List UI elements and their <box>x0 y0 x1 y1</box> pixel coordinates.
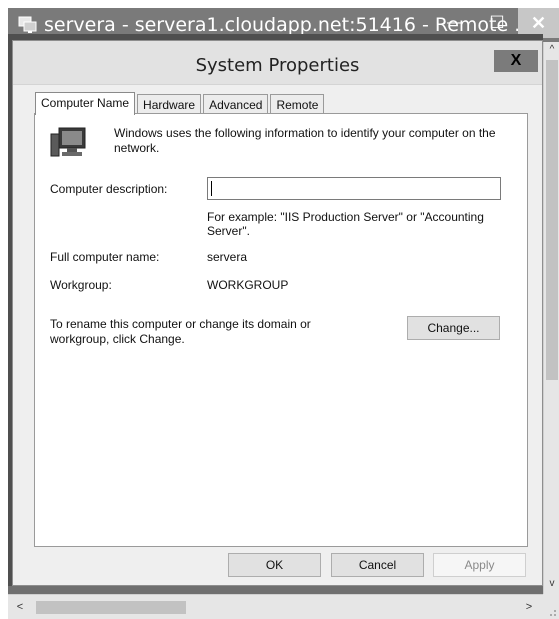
rename-text: To rename this computer or change its do… <box>50 317 311 346</box>
computer-icon <box>49 126 87 160</box>
dialog-titlebar[interactable]: System Properties X <box>13 41 542 85</box>
computer-name-panel: Windows uses the following information t… <box>34 113 528 547</box>
vertical-scrollbar[interactable]: ^ v <box>543 42 559 594</box>
horizontal-scrollbar[interactable]: < > <box>8 594 543 619</box>
text-caret <box>211 181 212 196</box>
workgroup-value: WORKGROUP <box>207 278 289 292</box>
scroll-down-icon[interactable]: v <box>544 576 559 592</box>
maximize-icon: ☐ <box>489 13 505 32</box>
dialog-close-button[interactable]: X <box>494 50 538 72</box>
system-properties-dialog: System Properties X Computer Name Hardwa… <box>12 40 543 586</box>
scroll-up-icon[interactable]: ^ <box>544 42 559 58</box>
scroll-right-icon[interactable]: > <box>521 599 537 615</box>
tab-computer-name[interactable]: Computer Name <box>35 92 136 115</box>
tab-remote[interactable]: Remote <box>270 94 325 114</box>
full-computer-name-value: servera <box>207 250 248 264</box>
scroll-left-icon[interactable]: < <box>12 599 28 615</box>
remote-desktop-icon <box>18 16 38 34</box>
computer-description-label: Computer description: <box>50 182 168 196</box>
example-text: For example: "IIS Production Server" or … <box>207 210 484 238</box>
size-grip-icon[interactable] <box>543 594 559 619</box>
dialog-title: System Properties <box>195 55 360 76</box>
intro-text: Windows uses the following information t… <box>114 126 496 155</box>
tab-strip: Computer Name Hardware Advanced Remote <box>35 92 326 115</box>
workgroup-label: Workgroup: <box>50 278 112 292</box>
horizontal-scroll-thumb[interactable] <box>36 601 186 614</box>
ok-button[interactable]: OK <box>228 553 321 577</box>
close-icon: X <box>510 52 522 69</box>
minimize-icon: — <box>447 14 463 31</box>
computer-description-input[interactable] <box>207 177 501 200</box>
tab-hardware[interactable]: Hardware <box>137 94 202 114</box>
cancel-button[interactable]: Cancel <box>331 553 424 577</box>
tab-advanced[interactable]: Advanced <box>203 94 269 114</box>
apply-button[interactable]: Apply <box>433 553 526 577</box>
change-button[interactable]: Change... <box>407 316 500 340</box>
full-computer-name-label: Full computer name: <box>50 250 160 264</box>
close-icon: ✕ <box>530 12 547 33</box>
vertical-scroll-thumb[interactable] <box>546 60 558 380</box>
